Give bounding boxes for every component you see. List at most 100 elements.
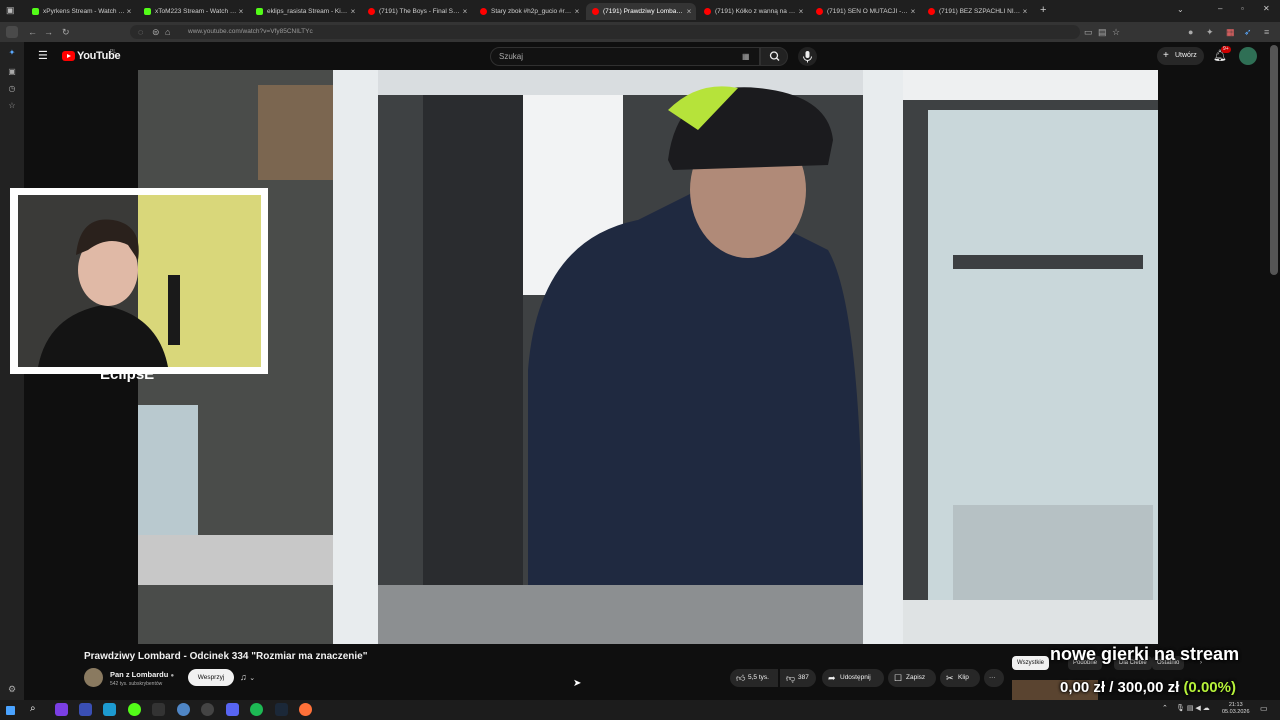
close-tab-icon[interactable]: × [909, 7, 917, 16]
bell-icon: ♫ [240, 672, 247, 682]
clock-date: 05.03.2026 [1222, 709, 1250, 715]
tab-list-chevron-icon[interactable]: ⌄ [1177, 5, 1184, 14]
address-bar[interactable]: www.youtube.com/watch?v=Vfy85CNILTYc [130, 25, 1080, 39]
thumbs-down-icon: 👎︎ [786, 673, 796, 683]
workspace-icon[interactable] [6, 26, 18, 38]
chip-all[interactable]: Wszystkie [1012, 656, 1049, 670]
browser-tab[interactable]: xPyrkens Stream - Watch Live × [26, 3, 136, 20]
reader-view-icon[interactable]: ▤ [1098, 25, 1107, 39]
support-button[interactable]: Wesprzyj [188, 669, 234, 686]
tray-chevron-icon[interactable]: ⌃ [1162, 704, 1168, 712]
kick-icon[interactable] [128, 703, 141, 716]
close-tab-icon[interactable]: × [573, 7, 581, 16]
search-icon[interactable]: ⌕ [30, 703, 43, 716]
keyboard-icon[interactable]: ▦ [742, 52, 750, 61]
stream-deck-icon[interactable] [152, 703, 165, 716]
tray-icons[interactable]: 🎙︎ ▤ ◀︎ ☁ [1176, 704, 1210, 712]
maximize-window-icon[interactable]: ▫ [1241, 4, 1244, 13]
close-window-icon[interactable]: ✕ [1263, 4, 1270, 13]
youtube-country-code: PL [110, 49, 117, 55]
browser-tab[interactable]: (7191) SEN O MUTACJI - YouTube× [810, 3, 920, 20]
close-tab-icon[interactable]: × [125, 7, 133, 16]
browser-tab[interactable]: Stary zbok #h2p_gucio #reki × [474, 3, 584, 20]
pip-icon[interactable]: ▭ [1084, 25, 1093, 39]
app-icon[interactable] [177, 703, 190, 716]
browser-tab[interactable]: (7191) The Boys - Final Season× [362, 3, 472, 20]
more-actions-button[interactable]: ··· [984, 669, 1004, 687]
extension-icon[interactable]: ▦ [1226, 25, 1235, 39]
share-button[interactable]: ➦ Udostępnij [822, 669, 884, 687]
channel-avatar[interactable] [84, 668, 103, 687]
close-tab-icon[interactable]: × [797, 7, 805, 16]
stream-overlay-message: nowe gierki na stream [1050, 644, 1240, 664]
channel-name-text: Pan z Lombardu [110, 670, 169, 679]
twitch-icon[interactable] [55, 703, 68, 716]
reload-icon[interactable]: ↻ [62, 25, 70, 39]
obs-icon[interactable] [201, 703, 214, 716]
goal-target: 300,00 zł [1117, 679, 1180, 696]
extensions-puzzle-icon[interactable]: ✦ [1206, 25, 1214, 39]
site-info-icon[interactable]: ⊜ [152, 25, 160, 39]
browser-tab[interactable]: xToM223 Stream - Watch Live × [138, 3, 248, 20]
extension-icon[interactable]: ➶ [1244, 25, 1252, 39]
windows-start-icon[interactable] [6, 706, 15, 715]
close-tab-icon[interactable]: × [1021, 7, 1029, 16]
youtube-icon [704, 8, 711, 15]
subscription-notifications-button[interactable]: ♫ ⌄ [240, 669, 270, 686]
page-scrollbar[interactable] [1270, 45, 1278, 275]
minimize-window-icon[interactable]: – [1218, 4, 1222, 13]
streamer-name: EclipsE [100, 366, 155, 383]
close-tab-icon[interactable]: × [685, 7, 693, 16]
youtube-icon [368, 8, 375, 15]
add-panel-icon[interactable]: ✦ [7, 48, 17, 58]
app-icon[interactable] [79, 703, 92, 716]
history-icon[interactable]: ◷ [7, 84, 17, 94]
clip-button[interactable]: ✂ Klip [940, 669, 980, 687]
account-avatar[interactable] [1239, 47, 1257, 65]
browser-menu-icon[interactable]: ▣ [6, 5, 15, 16]
dislike-button[interactable]: 👎︎ 387 [780, 669, 816, 687]
new-tab-button[interactable]: + [1040, 4, 1046, 16]
bookmark-star-icon[interactable]: ☆ [1112, 25, 1120, 39]
settings-gear-icon[interactable]: ⚙ [8, 684, 16, 695]
discord-icon[interactable] [226, 703, 239, 716]
browser-tab[interactable]: eklips_rasista Stream - Kick Dashboard× [250, 3, 360, 20]
firefox-icon[interactable] [299, 703, 312, 716]
like-button[interactable]: 👍︎ 5,5 tys. [730, 669, 778, 687]
close-tab-icon[interactable]: × [237, 7, 245, 16]
extension-icon[interactable]: ● [1188, 25, 1193, 39]
notification-center-icon[interactable]: ▭ [1260, 704, 1268, 713]
voice-search-button[interactable] [798, 47, 817, 66]
system-clock[interactable]: 21:13 05.03.2026 [1222, 702, 1250, 716]
close-tab-icon[interactable]: × [461, 7, 469, 16]
close-tab-icon[interactable]: × [349, 7, 357, 16]
steam-icon[interactable] [275, 703, 288, 716]
subscriber-count: 542 tys. subskrybentów [110, 681, 163, 687]
hamburger-menu-icon[interactable]: ☰ [38, 49, 48, 62]
search-button[interactable] [760, 47, 788, 66]
browser-tab-active[interactable]: (7191) Prawdziwy Lombard - Odcinek× [586, 3, 696, 20]
video-frame-image [138, 70, 1158, 644]
kick-icon [32, 8, 39, 15]
youtube-logo-icon[interactable] [62, 51, 75, 61]
browser-tab[interactable]: (7191) BEZ SZPACHLI NIE DA RADY× [922, 3, 1032, 20]
channel-name[interactable]: Pan z Lombardu ● [110, 670, 174, 679]
video-player[interactable] [138, 70, 1158, 644]
webcam-feed [18, 195, 261, 367]
verified-icon: ● [170, 673, 175, 679]
browser-tab[interactable]: (7191) Kółko z wanną na płycie × [698, 3, 808, 20]
dislike-count: 387 [798, 674, 809, 681]
save-button[interactable]: ☐ Zapisz [888, 669, 936, 687]
tracking-shield-icon[interactable]: ◌ [138, 25, 143, 39]
browser-menu-icon[interactable]: ≡ [1264, 25, 1269, 39]
spotify-icon[interactable] [250, 703, 263, 716]
back-icon[interactable]: ← [28, 25, 37, 39]
youtube-icon [928, 8, 935, 15]
forward-icon[interactable]: → [44, 25, 53, 39]
search-input[interactable]: Szukaj [490, 47, 760, 66]
bookmarks-icon[interactable]: ▣ [7, 67, 17, 77]
favorites-icon[interactable]: ☆ [7, 101, 17, 111]
scissors-icon: ✂ [946, 673, 954, 683]
app-icon[interactable] [103, 703, 116, 716]
create-button[interactable]: + Utwórz [1157, 47, 1204, 65]
